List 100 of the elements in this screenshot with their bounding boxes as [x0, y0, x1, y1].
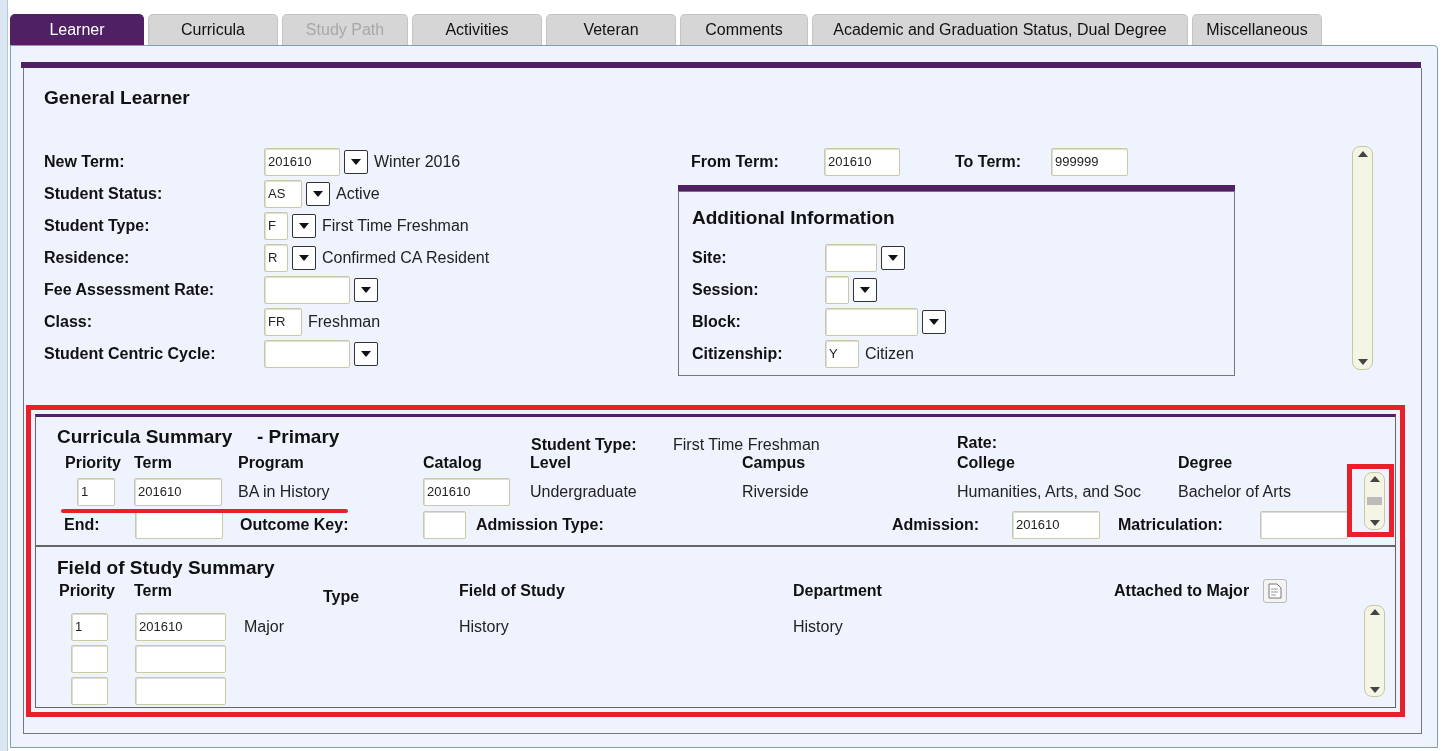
input-field[interactable]: Y: [825, 340, 859, 368]
scroll-down-icon[interactable]: [1357, 359, 1368, 365]
field-label: Session:: [692, 280, 760, 300]
input-field[interactable]: [825, 308, 918, 336]
field-label: New Term:: [44, 152, 126, 172]
column-header: Field of Study: [459, 581, 566, 601]
column-header: Program: [238, 453, 305, 473]
input-field[interactable]: [264, 276, 350, 304]
table-cell-text: Bachelor of Arts: [1178, 482, 1291, 502]
scroll-down-icon[interactable]: [1369, 520, 1380, 526]
input-field[interactable]: AS: [264, 180, 302, 208]
dropdown-button[interactable]: [354, 278, 378, 302]
field-label: Residence:: [44, 248, 131, 268]
field-description: Citizen: [865, 344, 914, 364]
input-field[interactable]: R: [264, 244, 288, 272]
dropdown-button[interactable]: [881, 246, 905, 270]
input-field[interactable]: [71, 645, 108, 673]
input-field[interactable]: 201610: [264, 148, 340, 176]
column-header: Term: [134, 581, 173, 601]
field-label: Admission:: [892, 515, 981, 535]
field-value: First Time Freshman: [673, 435, 821, 455]
input-field[interactable]: [825, 276, 849, 304]
input-field[interactable]: 201610: [135, 613, 226, 641]
input-field[interactable]: FR: [264, 308, 302, 336]
dropdown-button[interactable]: [292, 214, 316, 238]
column-header: Catalog: [423, 453, 483, 473]
field-label: End:: [64, 515, 101, 535]
dropdown-button[interactable]: [853, 278, 877, 302]
table-cell-text: Undergraduate: [530, 482, 638, 502]
input-field[interactable]: 1: [77, 478, 115, 506]
section-title: Field of Study Summary: [57, 557, 276, 579]
document-icon: [1268, 583, 1283, 599]
field-label: From Term:: [691, 152, 780, 172]
table-cell-text: History: [459, 617, 510, 637]
tab[interactable]: Activities: [412, 14, 542, 45]
input-field[interactable]: [825, 244, 877, 272]
input-field[interactable]: F: [264, 212, 288, 240]
input-field[interactable]: [135, 645, 226, 673]
tab[interactable]: Academic and Graduation Status, Dual Degree: [812, 14, 1188, 45]
tab[interactable]: Miscellaneous: [1192, 14, 1322, 45]
caret-icon: [888, 255, 898, 261]
column-header: Degree: [1178, 453, 1234, 473]
input-field[interactable]: [135, 677, 226, 705]
dropdown-button[interactable]: [306, 182, 330, 206]
input-field[interactable]: 201610: [1012, 511, 1100, 539]
scroll-up-icon[interactable]: [1369, 476, 1380, 482]
dropdown-button[interactable]: [922, 310, 946, 334]
input-field[interactable]: [1260, 511, 1348, 539]
input-field[interactable]: 999999: [1051, 148, 1128, 176]
column-header: Type: [323, 587, 361, 607]
caret-icon: [361, 287, 371, 293]
column-header: Level: [530, 453, 572, 473]
field-label: Student Type:: [44, 216, 151, 236]
scrollbar[interactable]: [1364, 472, 1385, 530]
field-label: Site:: [692, 248, 728, 268]
dropdown-button[interactable]: [354, 342, 378, 366]
input-field[interactable]: 201610: [423, 478, 510, 506]
scroll-up-icon[interactable]: [1357, 151, 1368, 157]
scroll-down-icon[interactable]: [1369, 687, 1380, 693]
field-label: Class:: [44, 312, 94, 332]
table-cell-text: Humanities, Arts, and Soc: [957, 482, 1143, 502]
field-label: Student Status:: [44, 184, 164, 204]
column-header: Attached to Major: [1114, 581, 1250, 601]
section-subtitle: - Primary: [257, 424, 341, 449]
column-header: Department: [793, 581, 883, 601]
input-field[interactable]: [423, 511, 466, 539]
tab[interactable]: Comments: [680, 14, 808, 45]
tab[interactable]: Curricula: [148, 14, 278, 45]
table-cell-text: Riverside: [742, 482, 810, 502]
input-field[interactable]: 201610: [824, 148, 900, 176]
scrollbar[interactable]: [1352, 146, 1373, 370]
scrollbar[interactable]: [1364, 605, 1385, 697]
input-field[interactable]: [135, 511, 223, 539]
field-description: Winter 2016: [374, 152, 461, 172]
field-label: Student Centric Cycle:: [44, 344, 217, 364]
field-description: Confirmed CA Resident: [322, 248, 490, 268]
tab[interactable]: Veteran: [546, 14, 676, 45]
column-header: Campus: [742, 453, 807, 473]
column-header: Term: [134, 453, 173, 473]
section-title: General Learner: [44, 86, 191, 110]
input-field[interactable]: 201610: [134, 478, 222, 506]
caret-icon: [860, 287, 870, 293]
field-description: First Time Freshman: [322, 216, 469, 236]
field-label: Citizenship:: [692, 344, 784, 364]
field-label: Matriculation:: [1118, 515, 1224, 535]
field-label: Outcome Key:: [240, 515, 350, 535]
caret-icon: [313, 191, 323, 197]
tab[interactable]: Learner: [10, 14, 144, 45]
scroll-up-icon[interactable]: [1369, 609, 1380, 615]
input-field[interactable]: [264, 340, 350, 368]
caret-icon: [361, 351, 371, 357]
dropdown-button[interactable]: [292, 246, 316, 270]
dropdown-button[interactable]: [344, 150, 368, 174]
input-field[interactable]: [71, 677, 108, 705]
field-label: Block:: [692, 312, 742, 332]
table-cell-text: Major: [244, 617, 285, 637]
table-cell-text: History: [793, 617, 843, 637]
input-field[interactable]: 1: [71, 613, 108, 641]
table-cell-text: BA in History: [238, 482, 331, 502]
scroll-thumb[interactable]: [1367, 497, 1382, 505]
